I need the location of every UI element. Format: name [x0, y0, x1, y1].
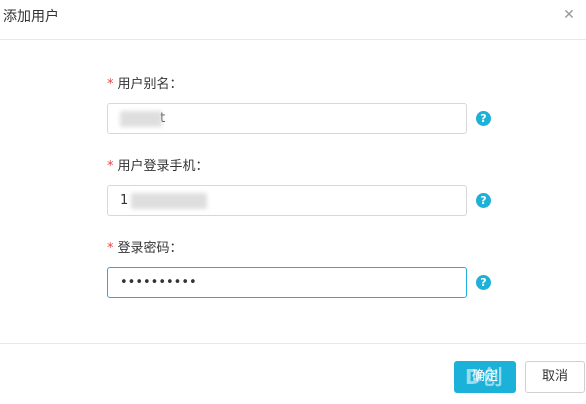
confirm-button[interactable]: 确定 [454, 361, 516, 393]
password-label-text: 登录密码： [117, 241, 183, 256]
required-mark: * [107, 159, 114, 174]
help-icon[interactable]: ? [476, 193, 491, 208]
phone-label: * 用户登录手机： [107, 158, 487, 176]
close-icon[interactable]: ✕ [560, 6, 578, 24]
dialog-header: 添加用户 ✕ [0, 0, 586, 40]
password-field: *登录密码： ? [107, 240, 491, 298]
password-input[interactable] [107, 267, 467, 298]
phone-field: *用户登录手机： ? [107, 158, 491, 216]
help-icon[interactable]: ? [476, 275, 491, 290]
alias-field: *用户别名： ? [107, 76, 491, 134]
phone-label-text: 用户登录手机： [117, 159, 209, 174]
cancel-button[interactable]: 取消 [525, 361, 585, 393]
dialog-title: 添加用户 [3, 9, 59, 25]
alias-label: * 用户别名： [107, 76, 487, 94]
alias-label-text: 用户别名： [117, 77, 183, 92]
redacted-area [120, 111, 162, 127]
required-mark: * [107, 241, 114, 256]
dialog-footer: 确定 取消 [0, 343, 586, 404]
help-icon[interactable]: ? [476, 111, 491, 126]
redacted-area [131, 193, 207, 209]
password-label: * 登录密码： [107, 240, 487, 258]
required-mark: * [107, 77, 114, 92]
